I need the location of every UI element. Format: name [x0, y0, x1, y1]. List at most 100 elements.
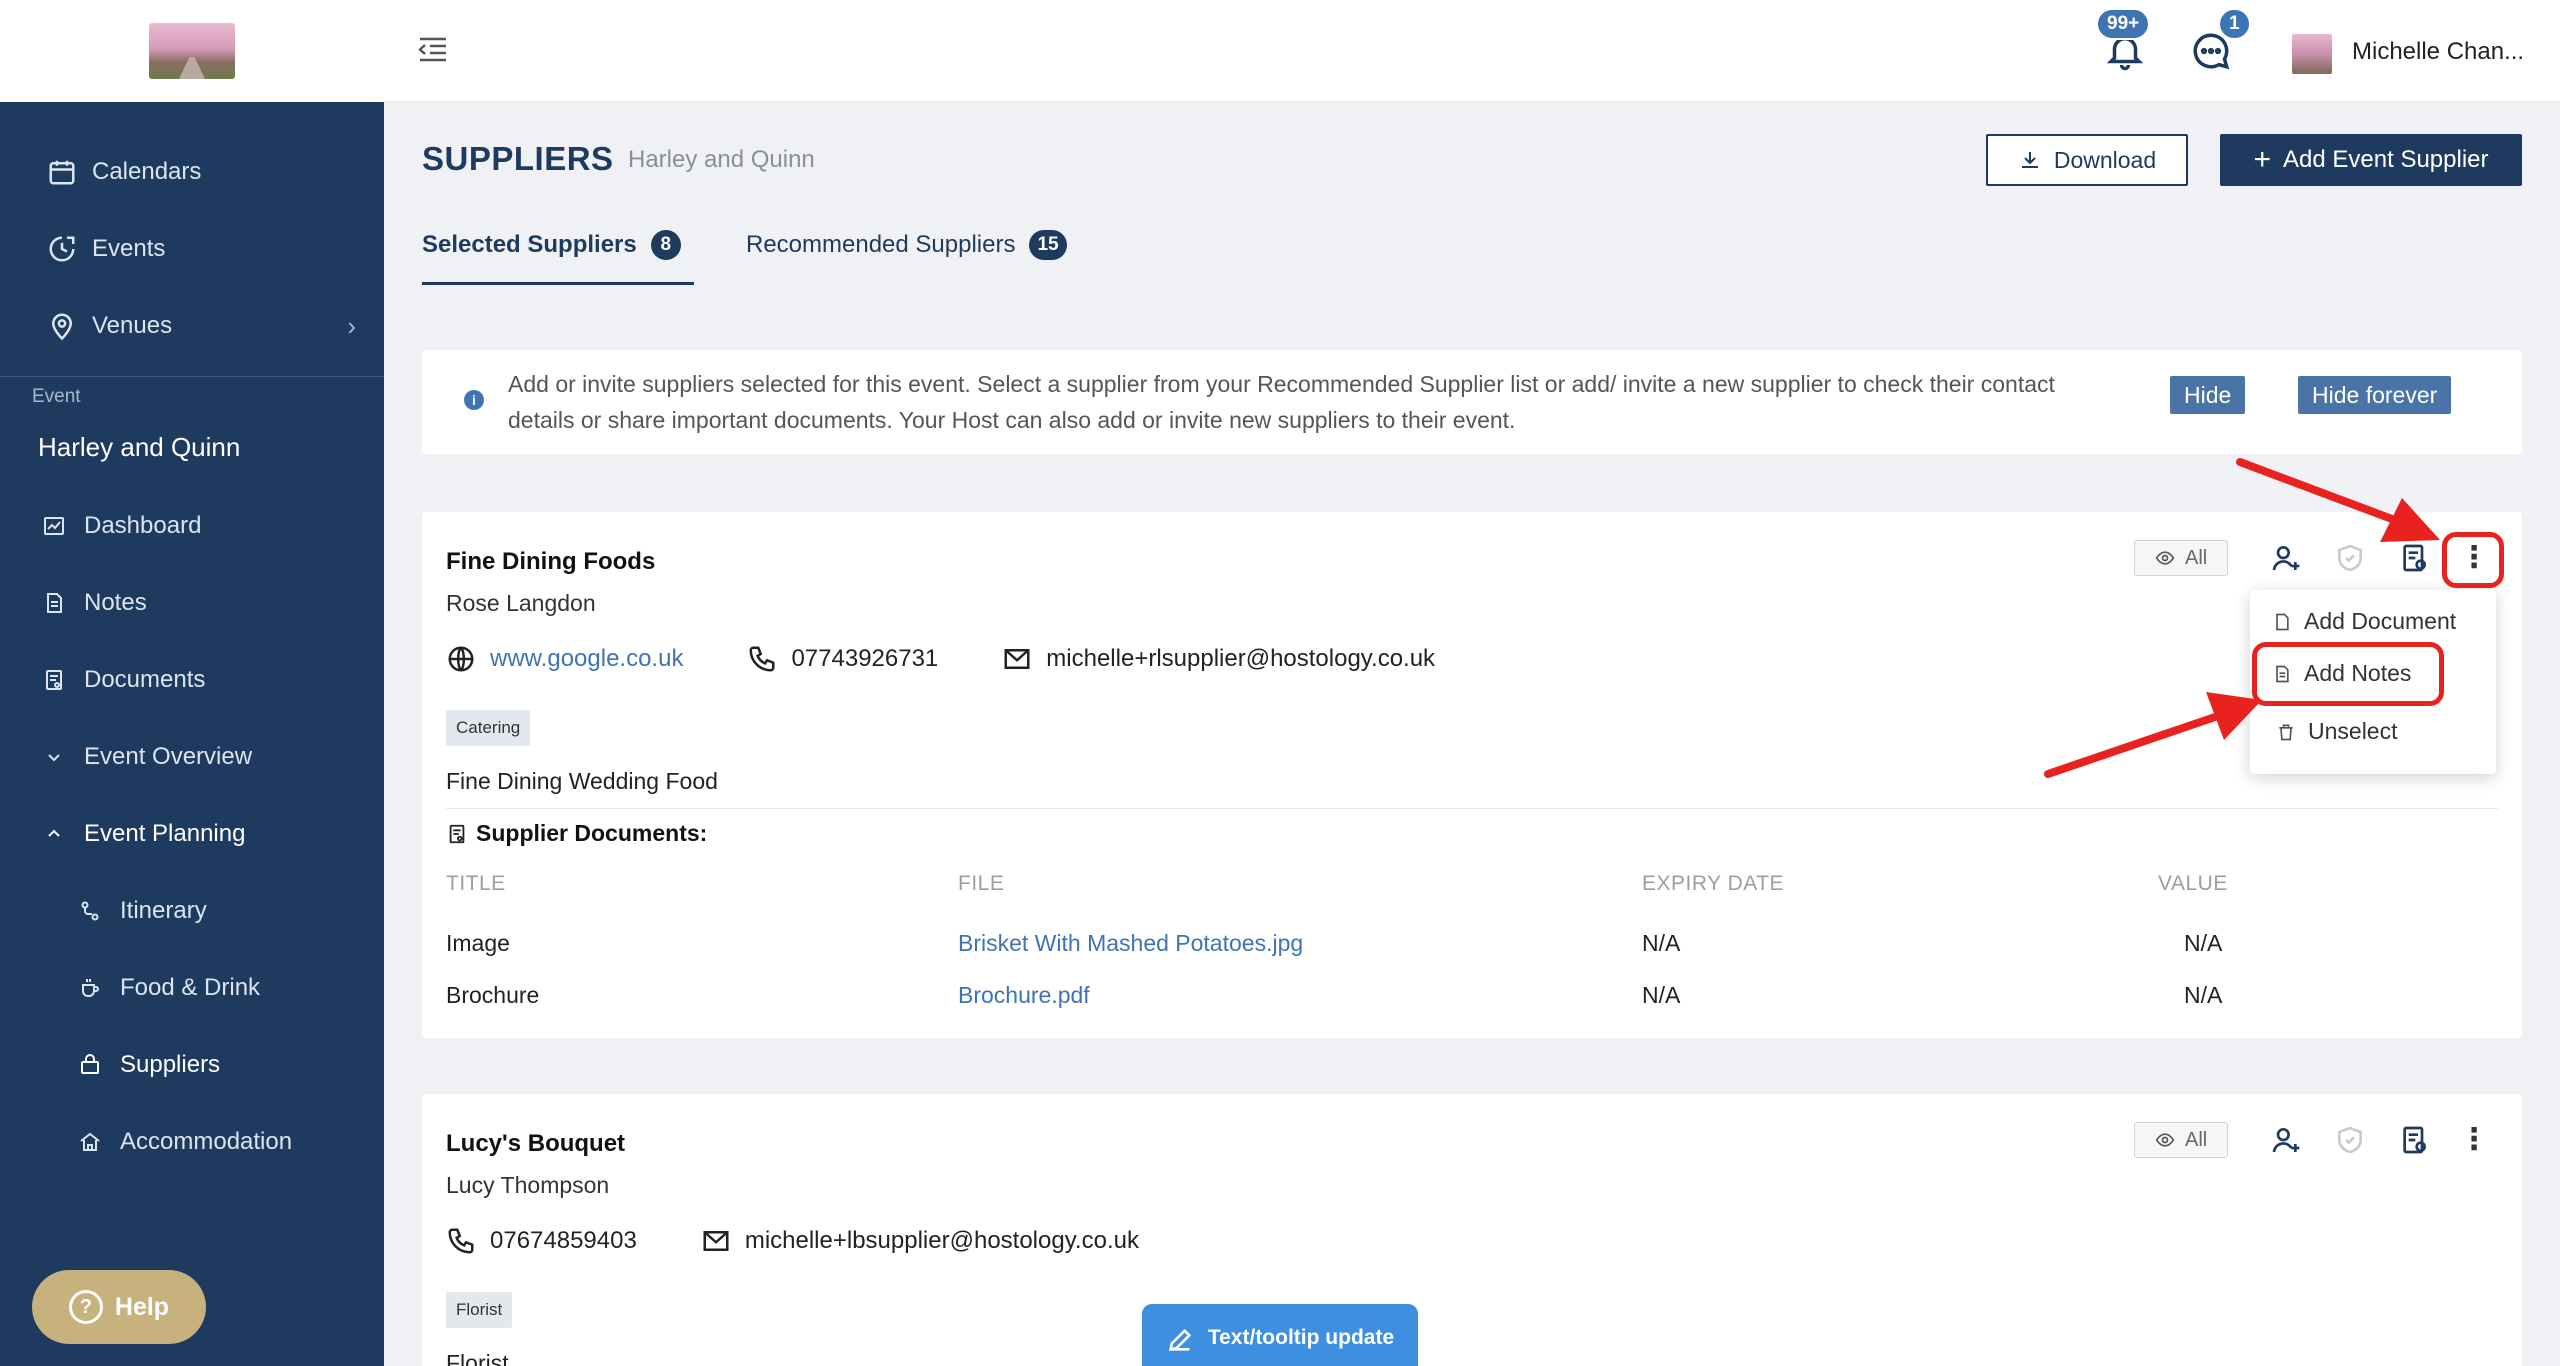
shield-check-icon — [2338, 1126, 2362, 1154]
messages-badge: 1 — [2218, 8, 2251, 40]
menu-item-add-document[interactable]: Add Document — [2272, 608, 2456, 635]
tooltip-update-button[interactable]: Text/tooltip update — [1142, 1304, 1418, 1366]
help-button[interactable]: ? Help — [32, 1270, 206, 1344]
documents-title-label: Supplier Documents: — [476, 820, 708, 846]
supplier-description: Fine Dining Wedding Food — [446, 768, 718, 794]
menu-item-label: Add Document — [2304, 608, 2457, 634]
sidebar-item-itinerary[interactable]: Itinerary — [0, 879, 384, 943]
info-text: Add or invite suppliers selected for thi… — [508, 371, 2055, 433]
events-clock-icon — [46, 233, 78, 265]
hide-button[interactable]: Hide — [2170, 376, 2246, 414]
suppliers-icon — [74, 1049, 106, 1081]
user-plus-icon — [2272, 1128, 2300, 1153]
info-icon: i — [464, 390, 484, 410]
column-header-title: TITLE — [446, 872, 506, 895]
tab-selected-suppliers[interactable]: Selected Suppliers 8 — [422, 230, 681, 260]
sidebar-item-documents[interactable]: Documents — [0, 648, 384, 712]
supplier-card: Lucy's Bouquet Lucy Thompson 07674859403… — [422, 1094, 2522, 1366]
plus-icon: + — [2253, 143, 2272, 176]
sidebar-section-label: Event — [32, 386, 81, 407]
chevron-up-icon — [38, 818, 70, 850]
notifications-badge: 99+ — [2096, 8, 2151, 40]
sidebar-item-suppliers[interactable]: Suppliers — [0, 1033, 384, 1097]
sidebar-item-event-overview[interactable]: Event Overview — [0, 725, 384, 789]
sidebar-item-calendars[interactable]: Calendars — [0, 140, 384, 204]
sidebar-item-label: Venues — [92, 312, 173, 339]
documents-button[interactable] — [2396, 1122, 2432, 1158]
avatar[interactable] — [2292, 34, 2332, 74]
sidebar-item-label: Event Planning — [84, 820, 246, 847]
sidebar-item-label: Notes — [84, 589, 147, 616]
sidebar-item-dashboard[interactable]: Dashboard — [0, 494, 384, 558]
sidebar-item-events[interactable]: Events — [0, 217, 384, 281]
visibility-all-button[interactable]: All — [2134, 1122, 2229, 1158]
tab-count-badge: 8 — [650, 230, 681, 260]
globe-icon — [448, 646, 474, 672]
phone-number: 07743926731 — [791, 645, 939, 672]
phone-icon — [448, 1228, 474, 1254]
sidebar-item-label: Documents — [84, 666, 206, 693]
eye-icon — [2155, 1133, 2175, 1147]
messages-button[interactable]: 1 — [2190, 8, 2251, 74]
email-item: michelle+lbsupplier@hostology.co.uk — [701, 1226, 1139, 1256]
visibility-all-button[interactable]: All — [2134, 540, 2229, 576]
website-link[interactable]: www.google.co.uk — [490, 645, 683, 673]
collapse-menu-icon[interactable] — [416, 34, 450, 66]
download-icon — [2021, 152, 2038, 168]
more-options-button[interactable]: ⋮ — [2456, 1122, 2492, 1158]
download-button[interactable]: Download — [1986, 134, 2188, 186]
phone-item: 07743926731 — [747, 644, 938, 674]
user-name[interactable]: Michelle Chan... — [2352, 38, 2524, 66]
supplier-contact-row: 07674859403 michelle+lbsupplier@hostolog… — [446, 1226, 1203, 1256]
sidebar-item-notes[interactable]: Notes — [0, 571, 384, 635]
hide-forever-button[interactable]: Hide forever — [2298, 376, 2452, 414]
email-address: michelle+rlsupplier@hostology.co.uk — [1046, 645, 1436, 672]
info-banner: i Add or invite suppliers selected for t… — [422, 350, 2522, 454]
location-pin-icon — [46, 310, 78, 342]
column-header-expiry: EXPIRY DATE — [1642, 872, 1785, 895]
phone-item: 07674859403 — [446, 1226, 637, 1256]
menu-item-label: Unselect — [2308, 718, 2398, 744]
sidebar-item-event-planning[interactable]: Event Planning — [0, 802, 384, 866]
annotation-highlight-kebab — [2442, 532, 2504, 588]
mail-icon — [703, 1231, 729, 1251]
doc-file-link[interactable]: Brisket With Mashed Potatoes.jpg — [958, 930, 1303, 957]
tab-label: Recommended Suppliers — [746, 231, 1016, 258]
help-label: Help — [114, 1292, 170, 1321]
help-icon: ? — [68, 1290, 103, 1324]
top-header: 99+ 1 Michelle Chan... — [384, 0, 2560, 102]
sidebar-item-accommodation[interactable]: Accommodation — [0, 1110, 384, 1174]
tab-recommended-suppliers[interactable]: Recommended Suppliers 15 — [746, 230, 1067, 260]
doc-file-link[interactable]: Brochure.pdf — [958, 982, 1090, 1009]
sidebar-item-venues[interactable]: Venues › — [0, 294, 384, 358]
annotation-highlight-add-notes — [2252, 642, 2444, 706]
category-tag: Catering — [446, 710, 531, 746]
doc-value-cell: N/A — [2184, 982, 2223, 1008]
add-event-supplier-button[interactable]: + Add Event Supplier — [2220, 134, 2522, 186]
column-header-file: FILE — [958, 872, 1005, 895]
supplier-documents-title: Supplier Documents: — [446, 820, 707, 847]
phone-number: 07674859403 — [490, 1227, 637, 1254]
document-icon — [449, 824, 465, 843]
annotation-arrow-icon — [2044, 692, 2262, 778]
sidebar-item-food-drink[interactable]: Food & Drink — [0, 956, 384, 1020]
notifications-button[interactable]: 99+ — [2096, 8, 2154, 74]
sidebar-item-label: Events — [92, 235, 166, 262]
page-title: SUPPLIERS — [422, 140, 614, 177]
eye-icon — [2155, 551, 2175, 565]
supplier-contact-name: Lucy Thompson — [446, 1172, 610, 1198]
tab-count-badge: 15 — [1029, 230, 1067, 260]
logo[interactable] — [0, 0, 384, 102]
phone-icon — [749, 646, 775, 672]
menu-item-unselect[interactable]: Unselect — [2276, 718, 2397, 745]
logo-image — [149, 23, 235, 79]
insurance-button[interactable] — [2332, 1122, 2368, 1158]
add-contact-button[interactable] — [2268, 1122, 2304, 1158]
pencil-icon — [1168, 1328, 1192, 1351]
sidebar: Calendars Events Venues › Event Harley a… — [0, 0, 384, 1366]
calendar-icon — [46, 156, 78, 188]
visibility-label: All — [2185, 546, 2208, 569]
column-header-value: VALUE — [2158, 872, 2228, 895]
card-divider — [446, 808, 2498, 809]
category-tag: Florist — [446, 1292, 513, 1328]
